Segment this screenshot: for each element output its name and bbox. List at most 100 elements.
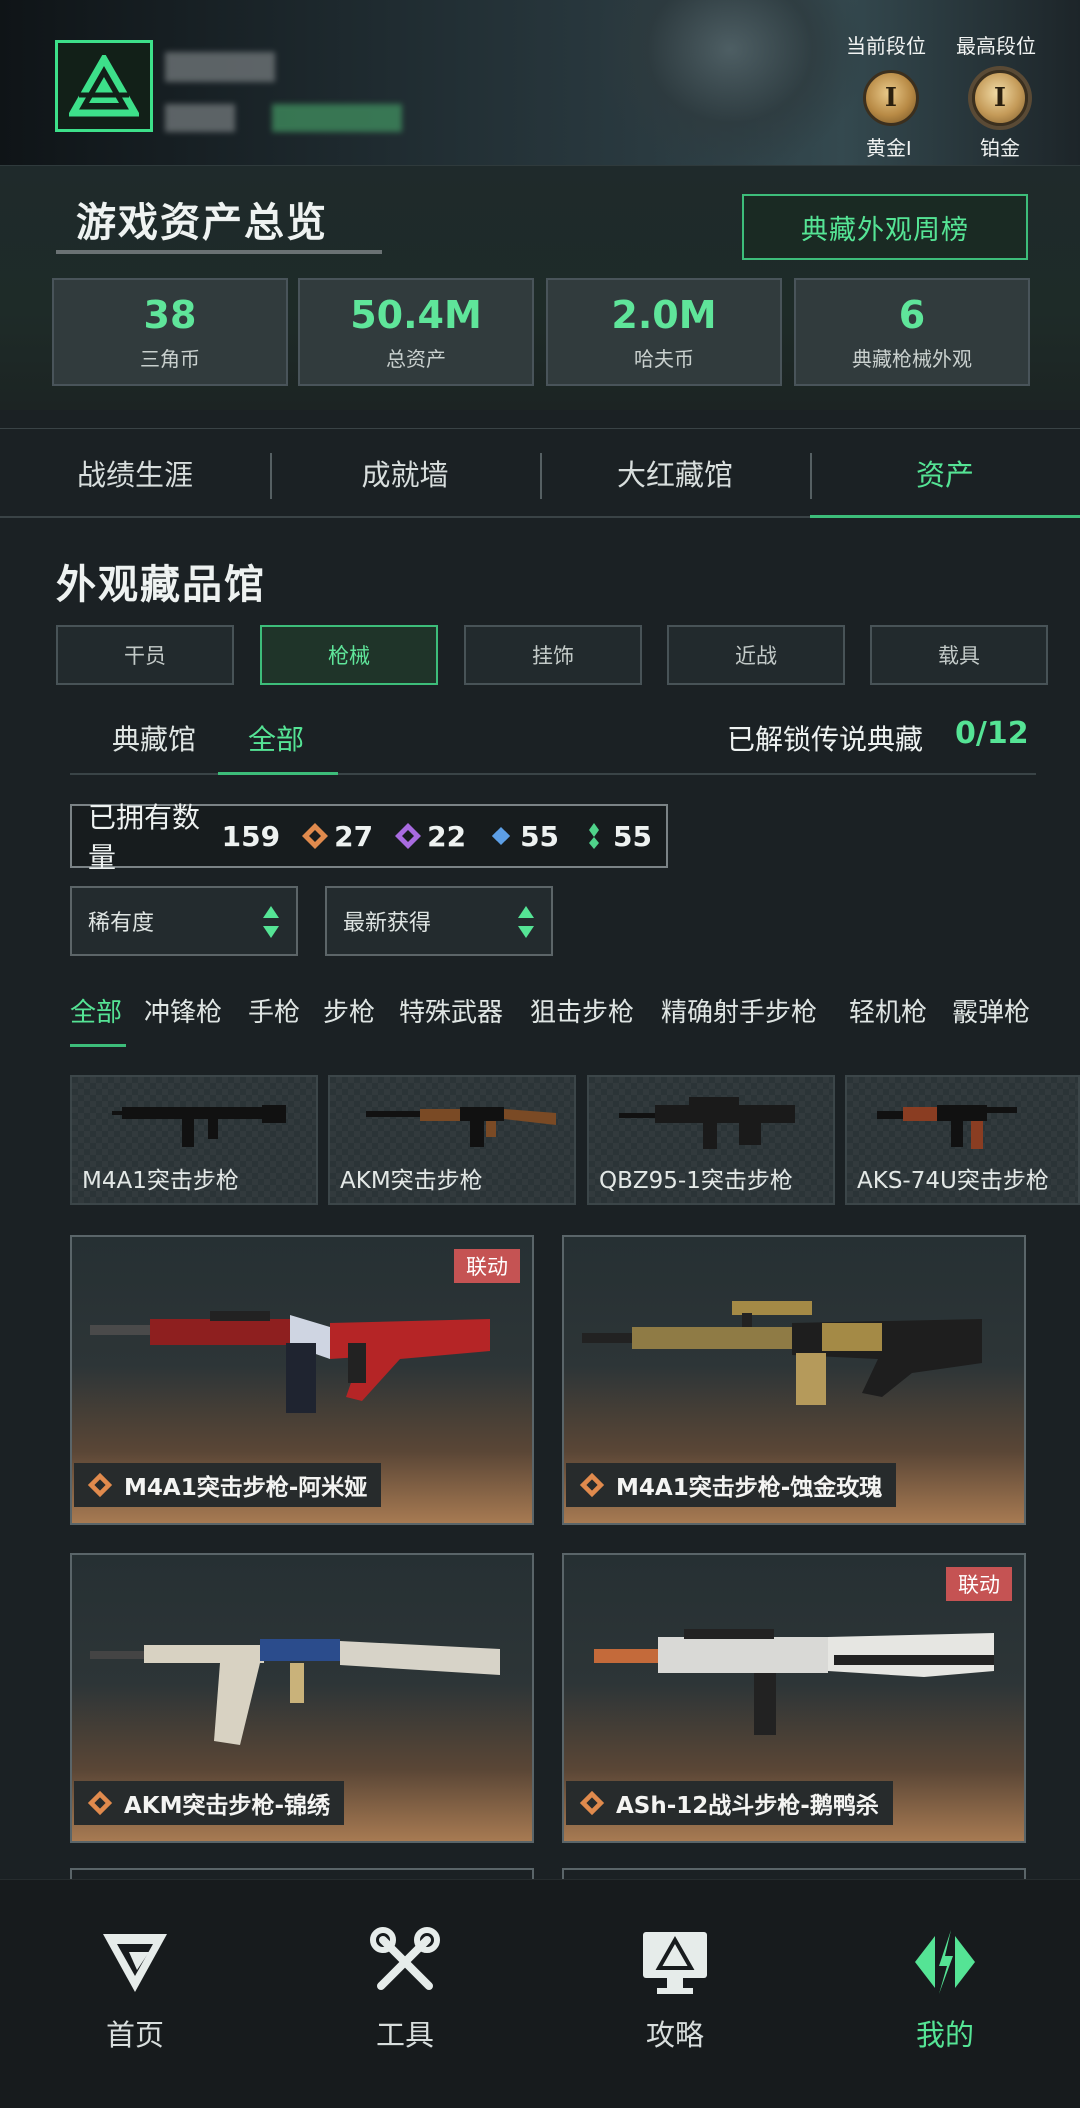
tab-career[interactable]: 战绩生涯: [0, 429, 270, 516]
skin-card[interactable]: M4A1突击步枪-蚀金玫瑰: [562, 1235, 1026, 1525]
sort-rarity-label: 稀有度: [88, 911, 155, 936]
rarity-orange-count: 27: [300, 820, 373, 853]
card-corner: [1014, 1513, 1024, 1523]
orange-rarity-gem-icon: [87, 1790, 113, 1816]
weekly-collection-ranking-button[interactable]: 典藏外观周榜: [742, 194, 1028, 260]
stat-label: 哈夫币: [634, 346, 694, 371]
gun-type-name: AKS-74U突击步枪: [857, 1168, 1049, 1194]
profile-me-icon: [915, 1930, 975, 1994]
rarity-blue-count: 55: [486, 820, 559, 853]
current-rank-badge-icon[interactable]: I: [863, 70, 919, 126]
subtab-collection[interactable]: 典藏馆: [112, 718, 196, 758]
skin-name-label: M4A1突击步枪-蚀金玫瑰: [566, 1463, 897, 1507]
rarity-count-value: 22: [427, 819, 467, 853]
filter-shotgun[interactable]: 霰弹枪: [952, 992, 1030, 1029]
stat-value: 2.0M: [611, 292, 717, 337]
subtab-all[interactable]: 全部: [248, 718, 304, 758]
collab-tag: 联动: [946, 1567, 1012, 1601]
overview-title-underline: [56, 250, 382, 254]
orange-rarity-gem-icon: [579, 1790, 605, 1816]
rarity-purple-count: 22: [393, 820, 466, 853]
overview-title: 游戏资产总览: [76, 200, 328, 246]
skin-name-text: AKM突击步枪-锦绣: [124, 1793, 331, 1819]
stat-collection-skins: 6 典藏枪械外观: [794, 278, 1030, 386]
legend-unlocked-count: 0/12: [955, 716, 1029, 751]
bottom-navigation: 首页 工具 攻略 我的: [0, 1879, 1080, 2108]
akm-brocade-skin-image: [90, 1639, 500, 1745]
purple-rarity-gem-icon: [395, 823, 422, 849]
profile-header: [0, 0, 1080, 165]
m4a1-golden-rose-skin-image: [582, 1301, 982, 1405]
user-id-redacted: [165, 104, 235, 132]
card-corner: [522, 1831, 532, 1841]
filter-smg[interactable]: 冲锋枪: [144, 992, 222, 1029]
m4a1-rifle-icon: [112, 1105, 286, 1147]
nav-guides[interactable]: 攻略: [540, 1880, 810, 2108]
skin-card[interactable]: 联动 ASh-12战斗步枪-鹅鸭杀: [562, 1553, 1026, 1843]
gun-type-name: QBZ95-1突击步枪: [599, 1168, 793, 1194]
skin-card[interactable]: 联动 M4A1突击步枪-阿米娅: [70, 1235, 534, 1525]
gun-type-card-aks74u[interactable]: AKS-74U突击步枪: [845, 1075, 1080, 1205]
akm-rifle-icon: [366, 1107, 556, 1147]
gun-type-card-m4a1[interactable]: M4A1突击步枪: [70, 1075, 318, 1205]
sort-latest-select[interactable]: 最新获得: [325, 886, 553, 956]
app-logo[interactable]: [55, 40, 153, 132]
card-corner: [1014, 1831, 1024, 1841]
skin-card[interactable]: AKM突击步枪-锦绣: [70, 1553, 534, 1843]
current-rank-name: 黄金I: [866, 138, 912, 160]
skin-name-text: M4A1突击步枪-蚀金玫瑰: [616, 1475, 883, 1501]
filter-pistol[interactable]: 手枪: [248, 992, 300, 1029]
category-tab-melee[interactable]: 近战: [667, 625, 845, 685]
filter-sniper[interactable]: 狙击步枪: [530, 992, 634, 1029]
stat-value: 38: [143, 292, 197, 337]
owned-summary: 已拥有数量 159 27 22 55 55: [70, 801, 668, 874]
nav-me[interactable]: 我的: [810, 1880, 1080, 2108]
category-tab-vehicles[interactable]: 载具: [870, 625, 1048, 685]
orange-rarity-gem-icon: [579, 1472, 605, 1498]
filter-lmg[interactable]: 轻机枪: [849, 992, 927, 1029]
filter-special[interactable]: 特殊武器: [399, 992, 503, 1029]
stat-label: 典藏枪械外观: [852, 346, 972, 371]
blue-rarity-gem-icon: [492, 827, 511, 845]
filter-all[interactable]: 全部: [70, 992, 122, 1029]
nav-home[interactable]: 首页: [0, 1880, 270, 2108]
qbz95-rifle-icon: [619, 1097, 795, 1149]
highest-rank-name: 铂金: [980, 138, 1020, 160]
filter-rifle[interactable]: 步枪: [323, 992, 375, 1029]
stat-haf-coin: 2.0M 哈夫币: [546, 278, 782, 386]
tab-red-collection[interactable]: 大红藏馆: [540, 429, 810, 516]
category-tab-firearms[interactable]: 枪械: [260, 625, 438, 685]
sort-rarity-select[interactable]: 稀有度: [70, 886, 298, 956]
nav-label: 工具: [375, 2018, 434, 2052]
owned-label: 已拥有数量: [88, 801, 201, 874]
collab-tag: 联动: [454, 1249, 520, 1283]
filter-dmr[interactable]: 精确射手步枪: [661, 992, 817, 1029]
stat-label: 三角币: [140, 346, 200, 371]
green-rarity-gem-icon: [589, 823, 600, 849]
profile-main-tabs: 战绩生涯 成就墙 大红藏馆 资产: [0, 428, 1080, 518]
user-tag-redacted: [272, 104, 402, 132]
stat-triangle-coin: 38 三角币: [52, 278, 288, 386]
owned-count: 159: [221, 819, 281, 853]
legend-unlocked-label: 已解锁传说典藏: [727, 723, 924, 756]
rarity-count-value: 55: [613, 819, 652, 853]
category-tab-charms[interactable]: 挂饰: [464, 625, 642, 685]
subtab-divider: [70, 773, 1036, 775]
ash12-goose-goose-duck-skin-image: [594, 1629, 994, 1735]
username-redacted: [165, 52, 275, 82]
nav-label: 我的: [915, 2018, 974, 2052]
skin-name-text: M4A1突击步枪-阿米娅: [124, 1475, 368, 1501]
rarity-count-value: 55: [520, 819, 560, 853]
header-background-art: [600, 0, 860, 165]
home-icon: [103, 1934, 167, 1992]
filter-active-indicator: [70, 1044, 126, 1047]
tab-achievements[interactable]: 成就墙: [270, 429, 540, 516]
card-corner: [72, 1237, 82, 1247]
gun-type-card-qbz95[interactable]: QBZ95-1突击步枪: [587, 1075, 835, 1205]
gun-type-card-akm[interactable]: AKM突击步枪: [328, 1075, 576, 1205]
tab-assets[interactable]: 资产: [810, 429, 1080, 518]
nav-tools[interactable]: 工具: [270, 1880, 540, 2108]
category-tab-operators[interactable]: 干员: [56, 625, 234, 685]
highest-rank-badge-icon[interactable]: I: [972, 70, 1028, 126]
stat-total-assets: 50.4M 总资产: [298, 278, 534, 386]
